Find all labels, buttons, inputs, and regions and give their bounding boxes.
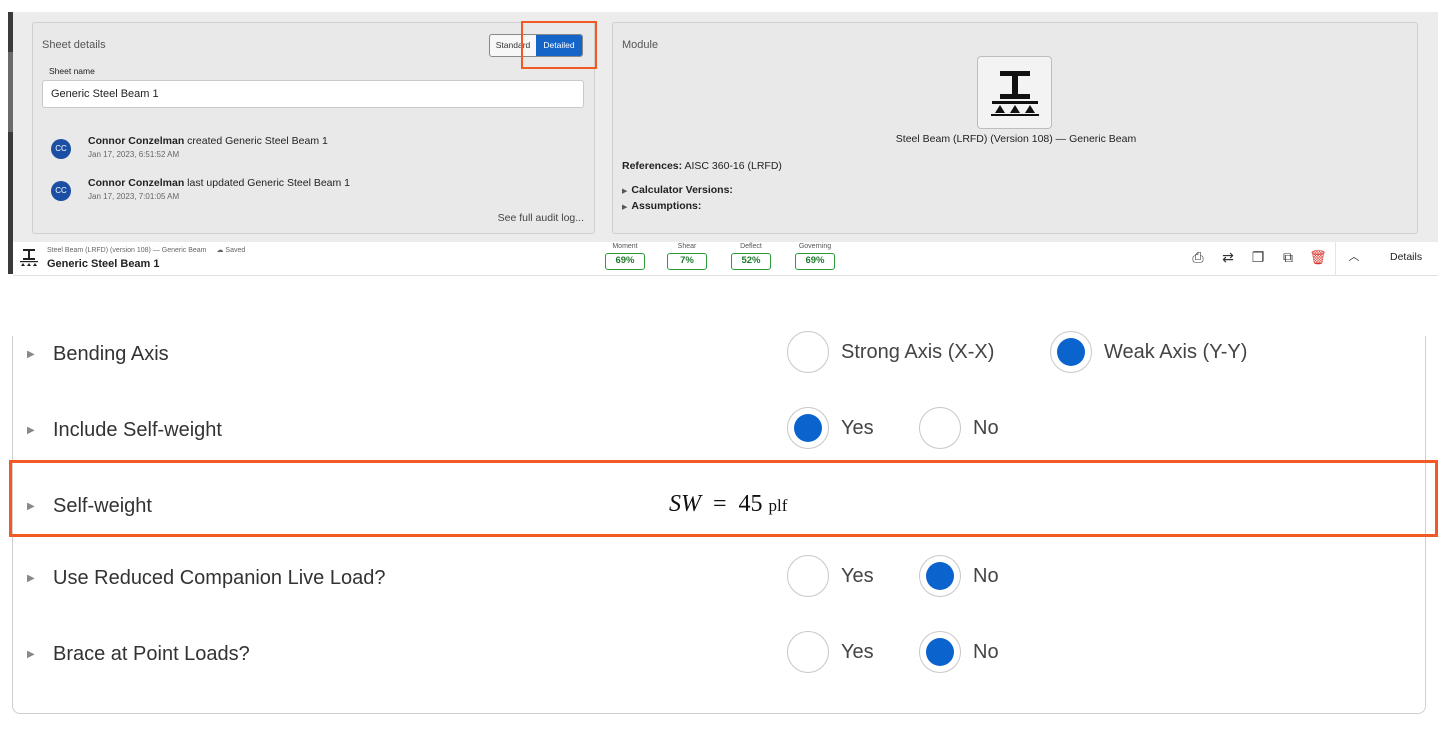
governing-metric[interactable]: Governing 69%	[793, 243, 837, 270]
module-title: Module	[622, 39, 659, 51]
highlight-box-toggle	[521, 21, 597, 69]
reduced-live-load-label: Use Reduced Companion Live Load?	[53, 567, 386, 589]
caret-right-icon[interactable]: ▶	[27, 573, 35, 584]
audit-time: Jan 17, 2023, 7:01:05 AM	[88, 192, 180, 201]
radio-circle[interactable]	[787, 555, 829, 597]
print-icon[interactable]: ⎙	[1189, 248, 1207, 266]
toolbar-divider	[1335, 242, 1336, 276]
module-references: References: AISC 360-16 (LRFD)	[622, 160, 782, 172]
caret-right-icon[interactable]: ▶	[27, 349, 35, 360]
assumptions-expander[interactable]: ▶ Assumptions:	[622, 200, 701, 212]
steel-beam-icon	[977, 56, 1052, 129]
radio-circle[interactable]	[787, 631, 829, 673]
copy-icon[interactable]: ❐	[1249, 248, 1267, 266]
deflect-metric[interactable]: Deflect 52%	[729, 243, 773, 270]
shear-metric[interactable]: Shear 7%	[665, 243, 709, 270]
audit-action: created Generic Steel Beam 1	[184, 135, 328, 147]
audit-entry-updated: CC Connor Conzelman last updated Generic…	[51, 177, 571, 205]
sheet-name-label: Sheet name	[49, 66, 95, 76]
radio-circle-selected[interactable]	[919, 631, 961, 673]
steel-beam-icon	[18, 248, 40, 273]
governing-value: 69%	[795, 253, 835, 270]
caret-right-icon[interactable]: ▶	[27, 425, 35, 436]
module-name: Steel Beam (LRFD) (Version 108) — Generi…	[895, 133, 1137, 145]
chevron-up-icon[interactable]: ︿	[1345, 248, 1363, 266]
moment-metric[interactable]: Moment 69%	[603, 243, 647, 270]
radio-circle-selected[interactable]	[1050, 331, 1092, 373]
sheet-name-input[interactable]	[42, 80, 584, 108]
avatar: CC	[51, 139, 71, 159]
full-audit-log-link[interactable]: See full audit log...	[498, 212, 584, 224]
reduced-live-load-row: ▶ Use Reduced Companion Live Load? Yes N…	[13, 549, 1427, 609]
calculator-versions-expander[interactable]: ▶ Calculator Versions:	[622, 184, 733, 196]
details-button[interactable]: Details	[1390, 251, 1422, 263]
avatar: CC	[51, 181, 71, 201]
audit-entry-created: CC Connor Conzelman created Generic Stee…	[51, 135, 571, 163]
highlight-box-self-weight	[9, 460, 1438, 537]
calc-status-bar: Steel Beam (LRFD) (version 108) — Generi…	[13, 242, 1438, 276]
module-panel: Module Steel Beam (LRFD) (Version 108) —…	[612, 22, 1418, 234]
caret-right-icon[interactable]: ▶	[27, 649, 35, 660]
radio-circle-selected[interactable]	[787, 407, 829, 449]
duplicate-icon[interactable]: ⧉	[1279, 248, 1297, 266]
moment-value: 69%	[605, 253, 645, 270]
brace-point-loads-row: ▶ Brace at Point Loads? Yes No	[13, 625, 1427, 685]
audit-user: Connor Conzelman	[88, 177, 185, 189]
sheet-details-panel: Sheet details Standard Detailed Sheet na…	[32, 22, 595, 234]
include-self-weight-label: Include Self-weight	[53, 419, 222, 441]
cloud-icon: ☁	[216, 247, 224, 254]
include-self-weight-row: ▶ Include Self-weight Yes No	[13, 401, 1427, 461]
caret-right-icon: ▶	[622, 204, 628, 211]
sheet-title: Generic Steel Beam 1	[47, 258, 160, 270]
radio-circle-selected[interactable]	[919, 555, 961, 597]
shear-value: 7%	[667, 253, 707, 270]
radio-circle[interactable]	[919, 407, 961, 449]
audit-user: Connor Conzelman	[88, 135, 185, 147]
brace-point-loads-label: Brace at Point Loads?	[53, 643, 250, 665]
module-header-screenshot: Sheet details Standard Detailed Sheet na…	[0, 0, 1450, 280]
bending-axis-row: ▶ Bending Axis Strong Axis (X-X) Weak Ax…	[13, 325, 1427, 385]
radio-circle[interactable]	[787, 331, 829, 373]
swap-icon[interactable]: ⇄	[1219, 248, 1237, 266]
deflect-value: 52%	[731, 253, 771, 270]
trash-icon[interactable]: 🗑	[1309, 248, 1327, 266]
caret-right-icon: ▶	[622, 188, 628, 195]
bending-axis-label: Bending Axis	[53, 343, 169, 365]
audit-time: Jan 17, 2023, 6:51:52 AM	[88, 150, 180, 159]
audit-action: last updated Generic Steel Beam 1	[184, 177, 351, 189]
module-subtitle: Steel Beam (LRFD) (version 108) — Generi…	[47, 247, 207, 254]
saved-status: Saved	[225, 247, 246, 254]
sheet-details-title: Sheet details	[42, 39, 106, 51]
